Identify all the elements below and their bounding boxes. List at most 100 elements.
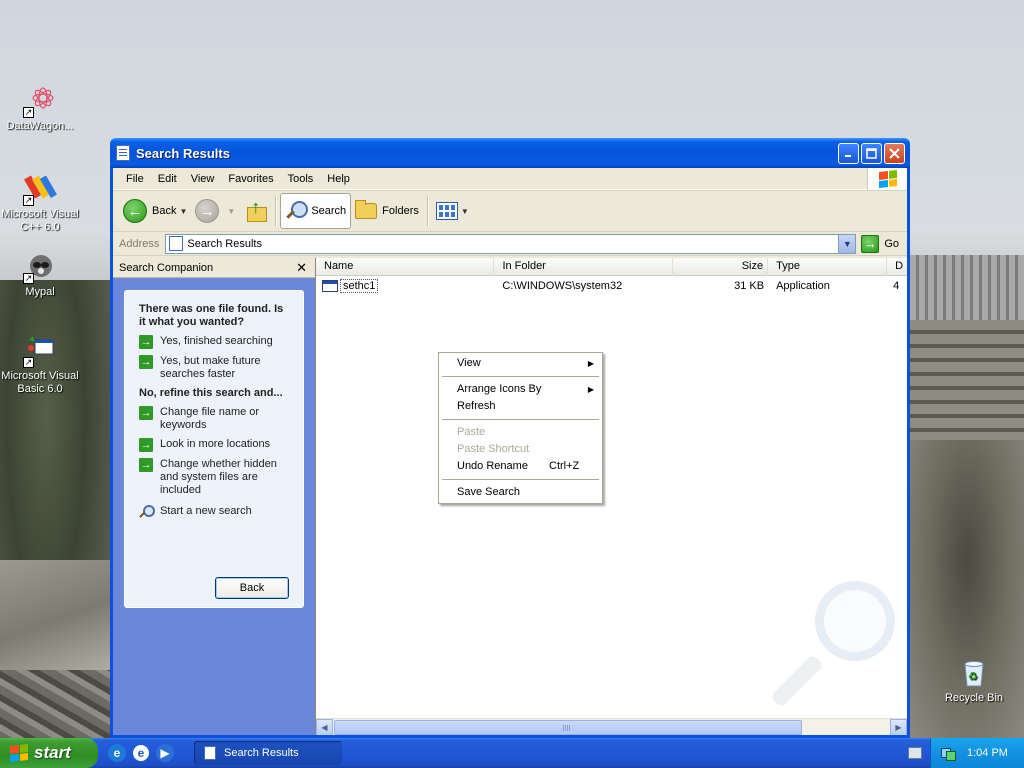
menu-item-save-search[interactable]: Save Search [439, 484, 602, 501]
close-button[interactable] [884, 142, 905, 164]
scroll-left-icon[interactable]: ◀ [316, 718, 333, 735]
desktop-icon-mypal[interactable]: ↗ Mypal [0, 250, 80, 299]
green-arrow-icon: → [139, 438, 153, 452]
cell-in-folder: C:\WINDOWS\system32 [502, 280, 623, 292]
desktop-icon-visual-basic[interactable]: ↗ Microsoft Visual Basic 6.0 [0, 334, 80, 396]
menu-edit[interactable]: Edit [151, 169, 184, 189]
views-dropdown-icon[interactable]: ▼ [461, 207, 469, 216]
shortcut-arrow-icon: ↗ [23, 195, 34, 206]
address-input[interactable]: Search Results ▼ [165, 233, 857, 254]
internet-explorer-icon[interactable]: e [108, 744, 126, 762]
go-label: Go [884, 237, 899, 250]
shortcut-arrow-icon: ↗ [23, 357, 34, 368]
option-finished-searching[interactable]: → Yes, finished searching [139, 335, 291, 349]
up-folder-icon[interactable] [245, 197, 268, 222]
address-label: Address [119, 237, 160, 250]
taskbar-button-search-results[interactable]: Search Results [194, 741, 342, 765]
menu-tools[interactable]: Tools [281, 169, 321, 189]
option-faster-searches[interactable]: → Yes, but make future searches faster [139, 355, 291, 381]
system-tray: 1:04 PM [930, 738, 1024, 768]
option-new-search[interactable]: Start a new search [139, 505, 291, 519]
desktop-icon-visual-cpp[interactable]: ↗ Microsoft Visual C++ 6.0 [0, 172, 80, 234]
option-label: Yes, but make future searches faster [160, 355, 261, 380]
search-button[interactable]: Search [280, 193, 352, 229]
back-label: Back [152, 205, 177, 217]
context-menu: View Arrange Icons By Refresh Paste Past… [438, 352, 603, 504]
menu-view[interactable]: View [184, 169, 222, 189]
scroll-right-icon[interactable]: ▶ [890, 718, 907, 735]
go-button[interactable]: → Go [856, 234, 907, 253]
visual-basic-icon: ↗ [23, 334, 57, 368]
file-name: sethc1 [340, 279, 379, 293]
forward-button[interactable]: → ▼ [191, 193, 239, 229]
column-header-in-folder[interactable]: In Folder [494, 258, 673, 276]
minimize-button[interactable] [838, 142, 859, 164]
desktop-icon-recycle-bin[interactable]: ♻ Recycle Bin [934, 656, 1014, 705]
outlook-express-icon[interactable]: e [132, 744, 150, 762]
question-heading: There was one file found. Is it what you… [139, 303, 284, 328]
column-header-name[interactable]: Name [316, 258, 495, 276]
companion-close-icon[interactable]: ✕ [296, 260, 307, 276]
back-button[interactable]: ← Back ▼ [119, 193, 191, 229]
menu-favorites[interactable]: Favorites [221, 169, 280, 189]
column-header-type[interactable]: Type [768, 258, 888, 276]
search-results-icon [169, 236, 184, 251]
address-dropdown-icon[interactable]: ▼ [838, 234, 856, 253]
refine-heading: No, refine this search and... [139, 387, 283, 399]
search-companion-panel: There was one file found. Is it what you… [124, 290, 304, 608]
option-change-file-name[interactable]: → Change file name or keywords [139, 406, 291, 432]
table-row[interactable]: sethc1 C:\WINDOWS\system32 31 KB Applica… [316, 277, 907, 295]
desktop-icon-label: Microsoft Visual C++ 6.0 [1, 208, 79, 233]
cell-type: Application [776, 280, 830, 292]
start-button[interactable]: start [0, 738, 98, 768]
menu-item-label: Undo Rename [457, 460, 528, 472]
green-arrow-icon: → [139, 406, 153, 420]
menu-item-label: Arrange Icons By [457, 383, 542, 395]
menu-help[interactable]: Help [320, 169, 357, 189]
companion-back-button[interactable]: Back [215, 577, 289, 599]
flower-icon: ↗ [23, 84, 57, 118]
folders-button[interactable]: Folders [351, 193, 423, 229]
menu-item-view[interactable]: View [439, 355, 602, 372]
forward-dropdown-icon[interactable]: ▼ [227, 207, 235, 216]
menu-item-label: Refresh [457, 400, 496, 412]
results-list-pane[interactable]: Name In Folder Size Type D sethc1 C:\WIN… [315, 258, 907, 735]
back-dropdown-icon[interactable]: ▼ [179, 207, 187, 216]
green-arrow-icon: → [139, 355, 153, 369]
maximize-button[interactable] [861, 142, 882, 164]
menu-item-refresh[interactable]: Refresh [439, 398, 602, 415]
option-label: Yes, finished searching [160, 335, 273, 347]
option-hidden-files[interactable]: → Change whether hidden and system files… [139, 458, 291, 497]
column-header-size[interactable]: Size [673, 258, 769, 276]
media-player-icon[interactable]: ▶ [156, 744, 174, 762]
menu-item-arrange-icons[interactable]: Arrange Icons By [439, 381, 602, 398]
back-arrow-icon: ← [123, 199, 147, 223]
menu-bar: File Edit View Favorites Tools Help [113, 168, 907, 190]
menu-file[interactable]: File [119, 169, 151, 189]
menu-item-label: View [457, 357, 481, 369]
search-window-icon [116, 145, 130, 161]
desktop-wallpaper-road [0, 560, 115, 680]
scrollbar-thumb[interactable] [334, 720, 802, 735]
option-label: Look in more locations [160, 438, 271, 450]
desktop-icon-label: DataWagon... [6, 120, 74, 132]
task-label: Search Results [224, 747, 299, 759]
cell-name: sethc1 [316, 279, 494, 293]
menu-item-label: Paste Shortcut [457, 443, 530, 455]
desktop-icon-datawagon[interactable]: ↗ DataWagon... [0, 84, 80, 133]
option-more-locations[interactable]: → Look in more locations [139, 438, 291, 452]
search-companion-pane: Search Companion ✕ There was one file fo… [113, 258, 315, 735]
green-arrow-icon: → [139, 335, 153, 349]
views-button[interactable]: ▼ [432, 193, 473, 229]
windows-logo-icon [10, 744, 28, 762]
column-header-date[interactable]: D [887, 258, 907, 276]
application-icon [322, 280, 338, 292]
menu-separator [442, 376, 599, 377]
horizontal-scrollbar[interactable]: ◀ ▶ [316, 718, 907, 735]
network-icon[interactable] [941, 746, 956, 761]
title-bar[interactable]: Search Results [110, 138, 910, 168]
search-watermark-icon [767, 581, 897, 711]
keyboard-icon[interactable] [908, 747, 922, 759]
toolbar-separator [426, 196, 428, 226]
menu-item-undo-rename[interactable]: Undo Rename Ctrl+Z [439, 458, 602, 475]
